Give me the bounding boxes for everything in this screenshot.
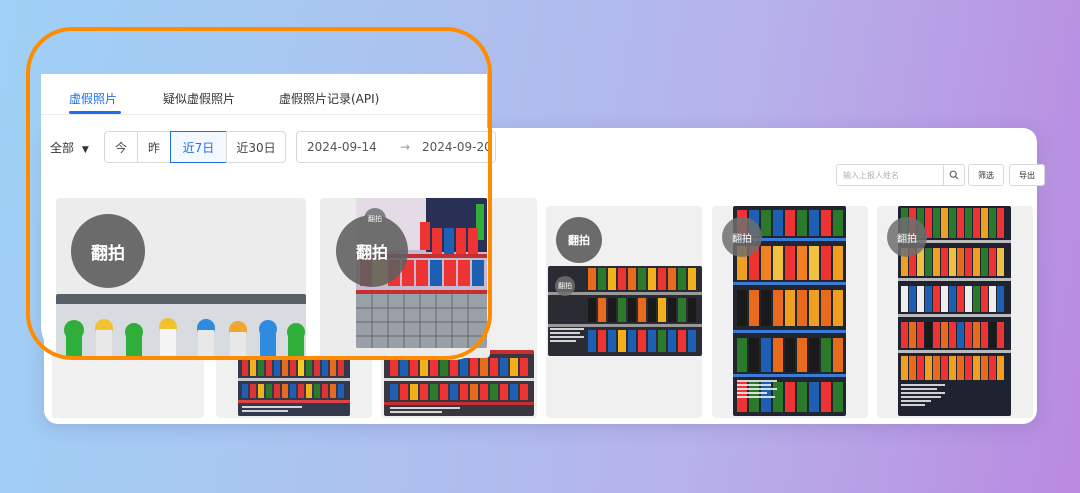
reporter-search-box[interactable]	[836, 164, 965, 186]
recapture-tag-small: 翻拍	[555, 276, 575, 296]
search-icon[interactable]	[943, 165, 964, 185]
recapture-tag: 翻拍	[556, 217, 602, 263]
export-button[interactable]: 导出	[1009, 164, 1045, 186]
recapture-tag: 翻拍	[887, 217, 927, 257]
reporter-search-input[interactable]	[843, 168, 941, 182]
highlight-ring	[26, 27, 492, 360]
recapture-tag: 翻拍	[722, 217, 762, 257]
filter-button[interactable]: 筛选	[968, 164, 1004, 186]
